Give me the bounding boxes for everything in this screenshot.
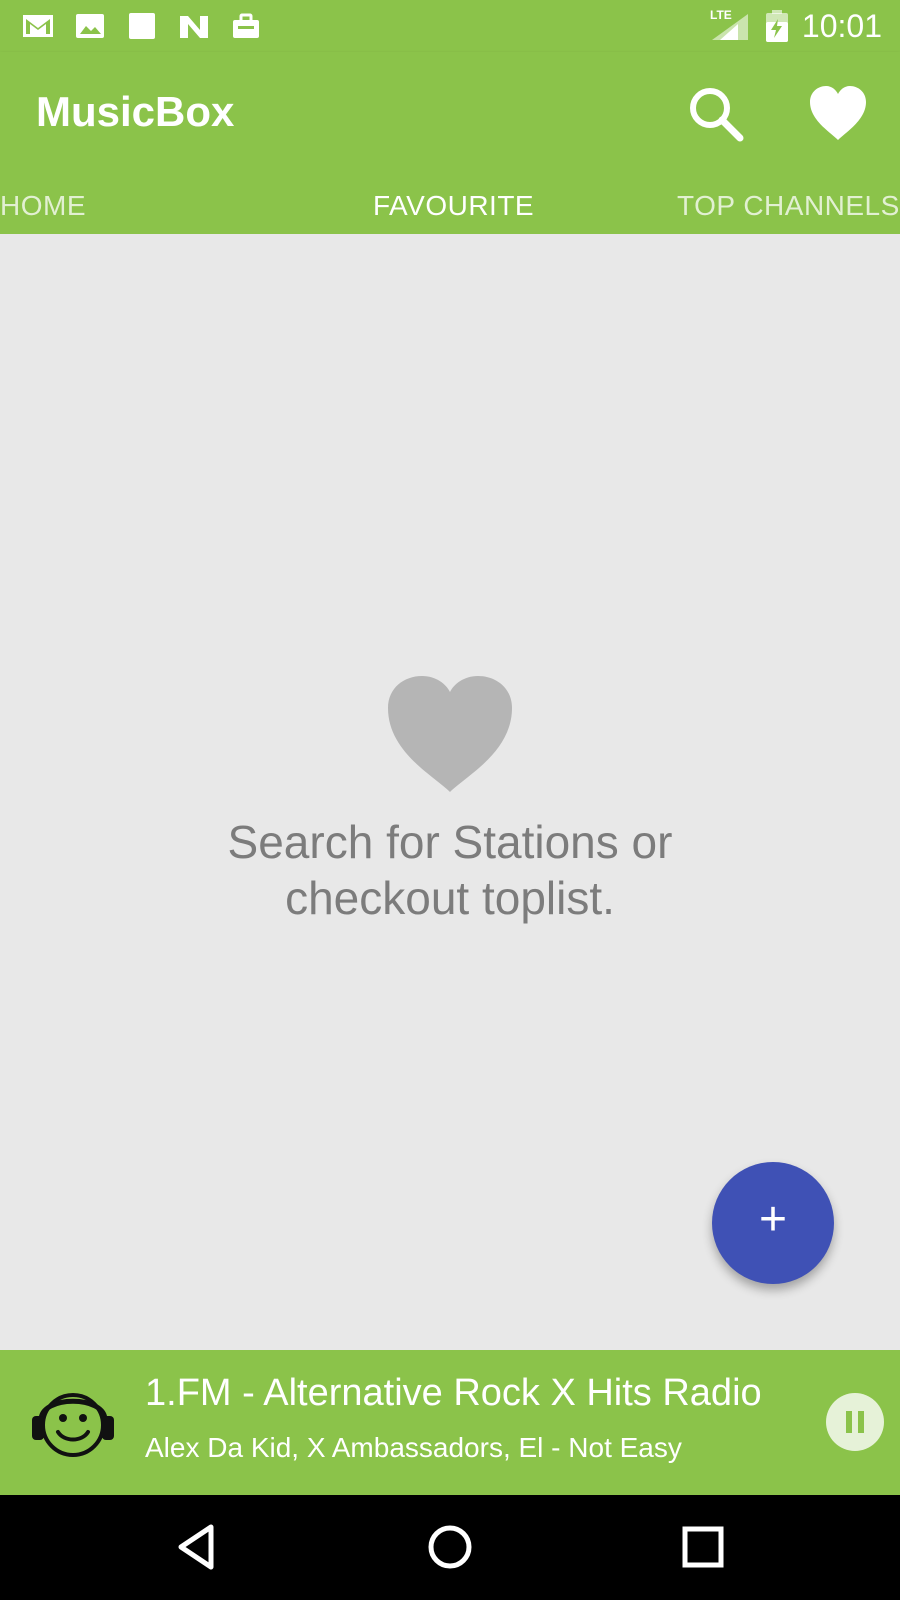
heart-icon[interactable] — [806, 82, 870, 146]
add-station-button[interactable]: + — [712, 1162, 834, 1284]
tab-top-channels[interactable]: TOP CHANNELS — [677, 190, 900, 222]
system-nav-bar — [0, 1495, 900, 1600]
heart-icon — [388, 676, 512, 792]
back-icon[interactable] — [167, 1517, 227, 1577]
now-playing-bar[interactable]: 1.FM - Alternative Rock X Hits Radio Ale… — [0, 1350, 900, 1495]
network-type: LTE — [710, 8, 732, 22]
pause-icon — [846, 1411, 864, 1433]
app-toolbar: MusicBox — [0, 52, 900, 174]
station-name: 1.FM - Alternative Rock X Hits Radio — [145, 1372, 762, 1414]
n-app-icon — [180, 16, 208, 38]
tab-home[interactable]: HOME — [0, 190, 86, 222]
clock: 10:01 — [801, 8, 882, 44]
tab-bar: HOME FAVOURITE TOP CHANNELS — [0, 174, 900, 234]
track-title: Alex Da Kid, X Ambassadors, El - Not Eas… — [145, 1432, 682, 1463]
station-logo-icon — [32, 1393, 114, 1457]
add-icon: + — [758, 1193, 788, 1246]
briefcase-icon — [233, 13, 259, 38]
search-icon[interactable] — [684, 82, 748, 146]
empty-state-message: Search for Stations or checkout toplist. — [150, 814, 750, 926]
home-icon[interactable] — [420, 1517, 480, 1577]
recents-icon[interactable] — [673, 1517, 733, 1577]
empty-state-line-2: checkout toplist. — [285, 872, 615, 924]
favourites-content: Search for Stations or checkout toplist.… — [0, 234, 900, 1350]
status-bar: LTE 10:01 — [0, 0, 900, 52]
square-app-icon — [129, 13, 155, 39]
battery-charging-icon — [766, 10, 788, 42]
app-title: MusicBox — [36, 88, 235, 135]
tab-favourite[interactable]: FAVOURITE — [373, 190, 534, 222]
pause-button[interactable] — [826, 1393, 884, 1451]
gmail-icon — [23, 15, 53, 37]
empty-state-line-1: Search for Stations or — [227, 816, 673, 868]
image-icon — [76, 14, 104, 38]
